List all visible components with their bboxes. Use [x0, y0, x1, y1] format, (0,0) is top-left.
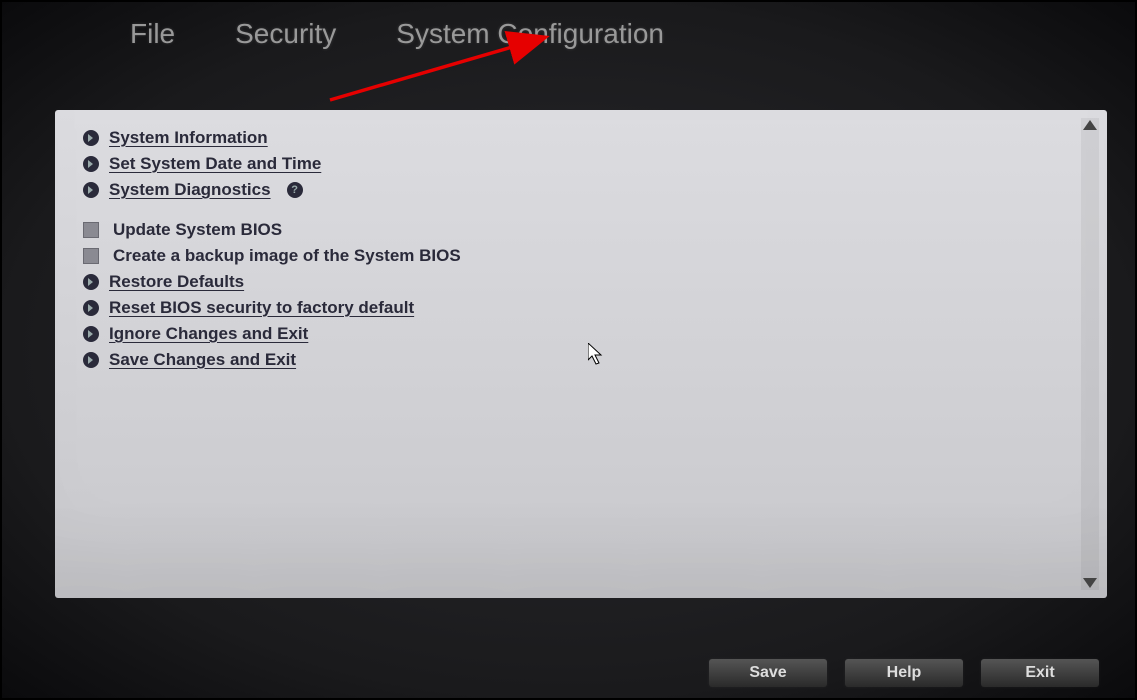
help-button[interactable]: Help	[845, 659, 963, 687]
list-item-label[interactable]: Set System Date and Time	[109, 154, 321, 174]
list-item[interactable]: Ignore Changes and Exit	[83, 324, 1079, 344]
scrollbar[interactable]	[1081, 118, 1099, 590]
list-item[interactable]: Restore Defaults	[83, 272, 1079, 292]
menu-system-configuration[interactable]: System Configuration	[396, 18, 664, 50]
list-item[interactable]: Create a backup image of the System BIOS	[83, 246, 1079, 266]
list-item-label[interactable]: Ignore Changes and Exit	[109, 324, 308, 344]
arrow-bullet-icon	[83, 274, 99, 290]
list-item[interactable]: Update System BIOS	[83, 220, 1079, 240]
separator	[83, 206, 1079, 220]
square-bullet-icon	[83, 248, 99, 264]
arrow-bullet-icon	[83, 326, 99, 342]
arrow-bullet-icon	[83, 300, 99, 316]
menu-file[interactable]: File	[130, 18, 175, 50]
exit-button[interactable]: Exit	[981, 659, 1099, 687]
list-item-label[interactable]: System Information	[109, 128, 268, 148]
list-item[interactable]: Reset BIOS security to factory default	[83, 298, 1079, 318]
list-item-label[interactable]: Restore Defaults	[109, 272, 244, 292]
list-item-label[interactable]: Create a backup image of the System BIOS	[113, 246, 461, 266]
arrow-bullet-icon	[83, 156, 99, 172]
list-item-label[interactable]: Update System BIOS	[113, 220, 282, 240]
square-bullet-icon	[83, 222, 99, 238]
save-button[interactable]: Save	[709, 659, 827, 687]
menu-security[interactable]: Security	[235, 18, 336, 50]
list-item[interactable]: Set System Date and Time	[83, 154, 1079, 174]
button-bar: Save Help Exit	[709, 659, 1099, 687]
arrow-bullet-icon	[83, 130, 99, 146]
list-item[interactable]: System Diagnostics?	[83, 180, 1079, 200]
content-panel: System Information Set System Date and Ti…	[55, 110, 1107, 598]
list-item-label[interactable]: System Diagnostics	[109, 180, 271, 200]
list-item-label[interactable]: Reset BIOS security to factory default	[109, 298, 414, 318]
list-item-label[interactable]: Save Changes and Exit	[109, 350, 296, 370]
list-item[interactable]: System Information	[83, 128, 1079, 148]
scroll-up-icon[interactable]	[1083, 120, 1097, 130]
help-badge-icon[interactable]: ?	[287, 182, 303, 198]
scroll-down-icon[interactable]	[1083, 578, 1097, 588]
arrow-bullet-icon	[83, 182, 99, 198]
arrow-bullet-icon	[83, 352, 99, 368]
list-item[interactable]: Save Changes and Exit	[83, 350, 1079, 370]
menu-bar: File Security System Configuration	[0, 0, 1137, 60]
